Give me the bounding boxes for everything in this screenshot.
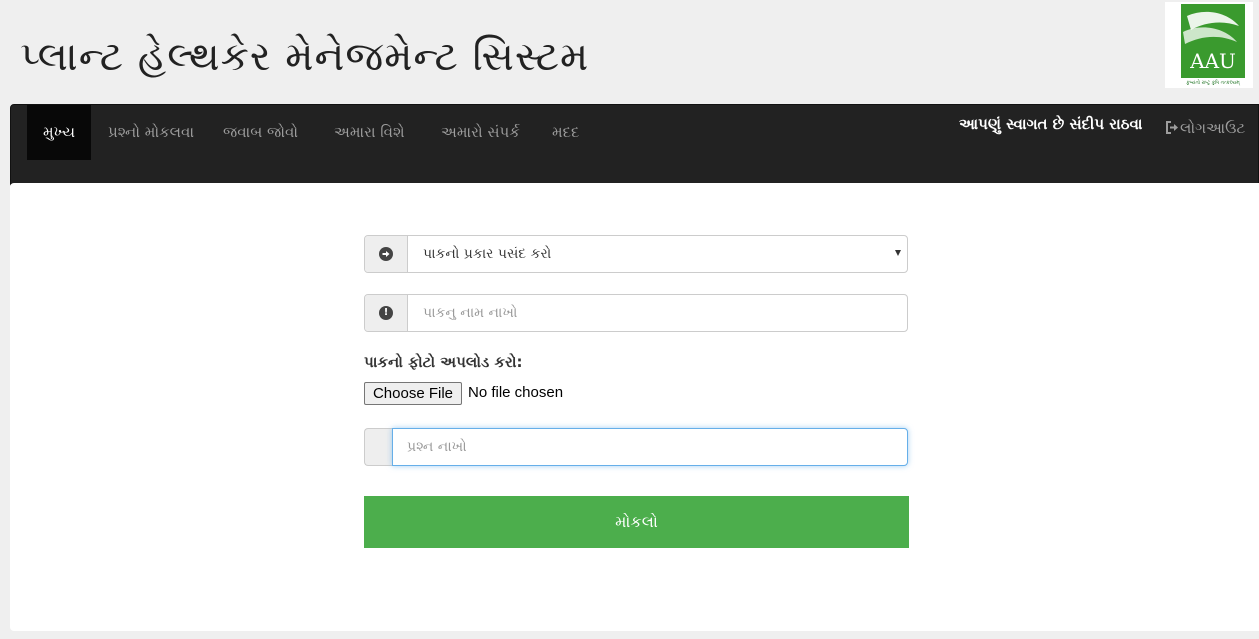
- logout-link[interactable]: લોગઆઉટ: [1165, 119, 1245, 137]
- crop-name-placeholder: પાકનુ નામ નાખો: [423, 305, 518, 321]
- aau-logo[interactable]: AAU કૃષ્યંતો રાષ્ટ્ર કૃષિ તત્કલ્યમ્: [1165, 2, 1253, 88]
- nav-item-view-answers[interactable]: જવાબ જોવો: [223, 105, 298, 160]
- nav-item-contact-us[interactable]: અમારો સંપર્ક: [441, 105, 520, 160]
- navbar: મુખ્ય પ્રશ્નો મોકલવા જવાબ જોવો અમારા વિશ…: [10, 104, 1259, 188]
- svg-text:AAU: AAU: [1189, 49, 1236, 73]
- submit-button[interactable]: મોકલો: [364, 496, 909, 548]
- crop-type-select[interactable]: પાકનો પ્રકાર પસંદ કરો: [364, 235, 908, 273]
- chevron-down-icon: [895, 250, 901, 256]
- question-addon: [364, 428, 392, 466]
- exclamation-circle-icon: !: [379, 306, 393, 320]
- no-file-chosen-text: No file chosen: [468, 384, 564, 401]
- crop-name-field[interactable]: ! પાકનુ નામ નાખો: [364, 294, 908, 332]
- question-field-group: પ્રશ્ન નાખો: [364, 428, 908, 466]
- svg-text:કૃષ્યંતો રાષ્ટ્ર કૃષિ તત્કલ્યમ: કૃષ્યંતો રાષ્ટ્ર કૃષિ તત્કલ્યમ્: [1186, 79, 1241, 86]
- arrow-circle-right-icon: [379, 247, 393, 261]
- nav-item-about-us[interactable]: અમારા વિશે: [334, 105, 405, 160]
- question-input[interactable]: પ્રશ્ન નાખો: [392, 428, 908, 466]
- question-placeholder: પ્રશ્ન નાખો: [407, 439, 467, 455]
- header: પ્લાન્ટ હેલ્થકેર મેનેજમેન્ટ સિસ્ટમ AAU ક…: [0, 0, 1259, 104]
- crop-type-addon: [365, 236, 408, 272]
- welcome-text: આપણું સ્વાગત છે સંદીપ રાઠવા: [959, 115, 1143, 133]
- choose-file-button[interactable]: Choose File: [364, 382, 462, 405]
- site-title: પ્લાન્ટ હેલ્થકેર મેનેજમેન્ટ સિસ્ટમ: [20, 34, 590, 80]
- nav-item-home[interactable]: મુખ્ય: [27, 105, 91, 160]
- upload-photo-label: પાકનો ફોટો અપલોડ કરો:: [364, 353, 523, 371]
- logout-label: લોગઆઉટ: [1180, 119, 1246, 137]
- question-form-panel: પાકનો પ્રકાર પસંદ કરો ! પાકનુ નામ નાખો પ…: [10, 183, 1259, 631]
- crop-name-addon: !: [365, 295, 408, 331]
- logout-icon: [1166, 121, 1178, 134]
- crop-type-selected-value: પાકનો પ્રકાર પસંદ કરો: [423, 246, 552, 262]
- nav-item-help[interactable]: મદદ: [552, 105, 579, 160]
- nav-item-send-questions[interactable]: પ્રશ્નો મોકલવા: [108, 105, 194, 160]
